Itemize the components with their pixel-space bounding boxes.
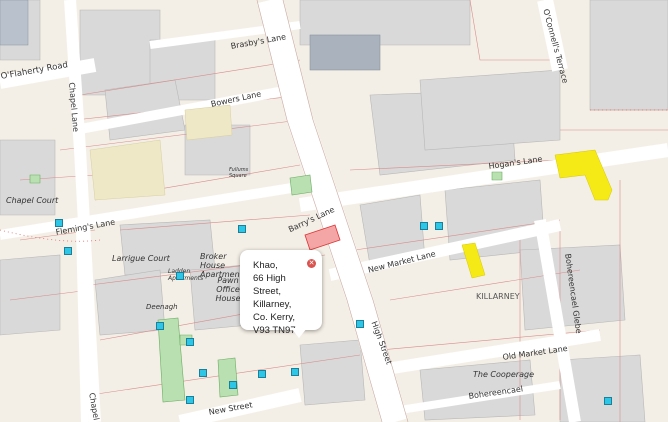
place-label-deenagh: Deenagh bbox=[146, 303, 178, 311]
property-marker[interactable] bbox=[64, 247, 72, 255]
property-marker[interactable] bbox=[55, 219, 63, 227]
property-marker[interactable] bbox=[604, 397, 612, 405]
popup-county: Co. Kerry, bbox=[253, 312, 296, 323]
place-label-pawn-office-house: Pawn Office House bbox=[215, 276, 241, 303]
property-marker[interactable] bbox=[176, 272, 184, 280]
map-canvas[interactable]: O'Flaherty Road Chapel Lane Brasby's Lan… bbox=[0, 0, 668, 422]
property-marker[interactable] bbox=[186, 338, 194, 346]
property-marker[interactable] bbox=[356, 320, 364, 328]
place-label-the-cooperage: The Cooperage bbox=[473, 370, 534, 379]
property-marker[interactable] bbox=[186, 396, 194, 404]
property-marker[interactable] bbox=[435, 222, 443, 230]
property-marker[interactable] bbox=[258, 370, 266, 378]
place-label-larrigue-court: Larrigue Court bbox=[112, 254, 170, 263]
property-marker[interactable] bbox=[156, 322, 164, 330]
place-label-killarney: KILLARNEY bbox=[476, 292, 520, 301]
water-block bbox=[0, 0, 29, 46]
place-label-chapel-court: Chapel Court bbox=[6, 196, 59, 205]
close-icon[interactable]: ✕ bbox=[307, 259, 316, 268]
dark-building bbox=[309, 34, 381, 71]
popup-town: Killarney, bbox=[253, 299, 292, 310]
property-marker[interactable] bbox=[199, 369, 207, 377]
property-marker[interactable] bbox=[420, 222, 428, 230]
address-popup: Khao, 66 High Street, Killarney, Co. Ker… bbox=[240, 250, 322, 336]
place-label-fullums-square: Fullums Square bbox=[229, 167, 249, 179]
popup-street: 66 High Street, bbox=[253, 273, 286, 297]
property-marker[interactable] bbox=[291, 368, 299, 376]
property-marker[interactable] bbox=[229, 381, 237, 389]
popup-pointer bbox=[291, 328, 307, 338]
property-marker[interactable] bbox=[238, 225, 246, 233]
